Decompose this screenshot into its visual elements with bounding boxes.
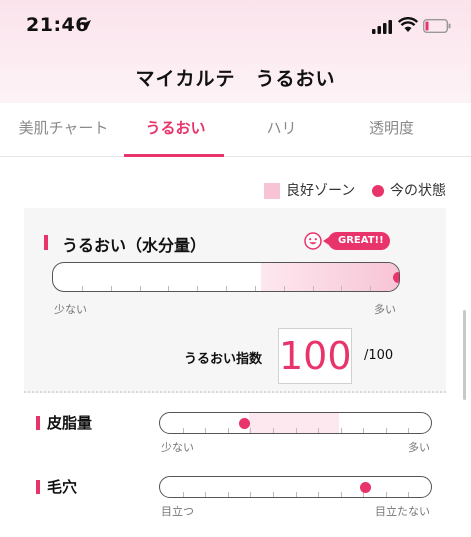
location-arrow-icon bbox=[81, 20, 91, 30]
battery-icon bbox=[423, 19, 451, 33]
moisture-gauge-ticks bbox=[53, 285, 399, 291]
tab-clarity[interactable]: 透明度 bbox=[333, 103, 450, 157]
moisture-index-value: 100 bbox=[278, 328, 352, 384]
pores-gauge bbox=[159, 476, 432, 498]
great-badge: GREAT!! bbox=[323, 232, 390, 250]
section-marker bbox=[36, 416, 40, 430]
pores-gauge-ticks bbox=[160, 491, 431, 497]
gauge-tick bbox=[182, 492, 184, 497]
gauge-tick bbox=[370, 286, 372, 291]
gauge-tick bbox=[385, 492, 387, 497]
moisture-index-max: /100 bbox=[364, 348, 394, 363]
moisture-title: うるおい（水分量） bbox=[62, 236, 207, 255]
tab-firmness[interactable]: ハリ bbox=[223, 103, 340, 157]
sebum-scale-low: 少ない bbox=[161, 441, 194, 454]
gauge-tick bbox=[250, 492, 252, 497]
gauge-tick bbox=[408, 492, 410, 497]
legend-zone-swatch bbox=[264, 183, 280, 199]
moisture-scale-low: 少ない bbox=[54, 303, 87, 316]
pores-title: 毛穴 bbox=[47, 478, 78, 496]
gauge-tick bbox=[197, 286, 199, 291]
gauge-tick bbox=[312, 286, 314, 291]
tab-beauty-chart[interactable]: 美肌チャート bbox=[5, 103, 122, 157]
gauge-tick bbox=[272, 492, 274, 497]
section-marker bbox=[44, 235, 48, 250]
gauge-tick bbox=[168, 286, 170, 291]
gauge-tick bbox=[81, 286, 83, 291]
pores-scale-high: 目立たない bbox=[375, 505, 430, 518]
legend-current-state: 今の状態 bbox=[390, 183, 446, 199]
signal-icon bbox=[372, 20, 392, 34]
sebum-current-dot bbox=[238, 417, 250, 429]
gauge-tick bbox=[318, 428, 320, 433]
gauge-tick bbox=[227, 492, 229, 497]
pores-current-dot bbox=[360, 481, 372, 493]
moisture-gauge bbox=[52, 262, 400, 292]
gauge-tick bbox=[295, 492, 297, 497]
gauge-tick bbox=[226, 286, 227, 291]
gauge-tick bbox=[254, 286, 256, 291]
gauge-tick bbox=[272, 428, 274, 433]
page-title: マイカルテ うるおい bbox=[135, 68, 336, 90]
gauge-tick bbox=[283, 286, 285, 291]
section-marker bbox=[36, 480, 40, 494]
legend-good-zone: 良好ゾーン bbox=[286, 183, 356, 199]
moisture-current-dot bbox=[392, 271, 399, 283]
active-tab-indicator bbox=[124, 154, 224, 157]
main-content: 良好ゾーン 今の状態 うるおい（水分量） GREAT!! 少ない 多い うるおい… bbox=[0, 158, 471, 537]
gauge-tick bbox=[340, 428, 342, 433]
sebum-gauge-ticks bbox=[160, 427, 431, 433]
smile-face-icon bbox=[304, 232, 322, 250]
gauge-tick bbox=[182, 428, 184, 433]
gauge-tick bbox=[341, 286, 343, 291]
tab-moisture[interactable]: うるおい bbox=[117, 103, 234, 157]
gauge-tick bbox=[385, 428, 387, 433]
gauge-tick bbox=[363, 428, 365, 433]
pores-scale-low: 目立つ bbox=[161, 505, 194, 518]
gauge-tick bbox=[250, 428, 252, 433]
gauge-tick bbox=[318, 492, 320, 497]
moisture-scale-high: 多い bbox=[374, 303, 396, 316]
sebum-gauge bbox=[159, 412, 432, 434]
scrollbar[interactable] bbox=[463, 310, 466, 400]
tab-bar: 美肌チャート うるおい ハリ 透明度 bbox=[0, 103, 471, 157]
wifi-icon bbox=[398, 17, 418, 32]
legend-current-dot bbox=[372, 185, 384, 197]
gauge-tick bbox=[205, 492, 207, 497]
gauge-tick bbox=[363, 492, 365, 497]
gauge-tick bbox=[227, 428, 229, 433]
header: 21:46 マイカルテ うるおい bbox=[0, 0, 471, 103]
moisture-card: うるおい（水分量） GREAT!! 少ない 多い うるおい指数 100 /100 bbox=[24, 208, 446, 393]
gauge-tick bbox=[110, 286, 112, 291]
gauge-tick bbox=[408, 428, 410, 433]
moisture-index-label: うるおい指数 bbox=[184, 352, 263, 367]
sebum-title: 皮脂量 bbox=[47, 414, 93, 432]
sebum-scale-high: 多い bbox=[408, 441, 430, 454]
gauge-tick bbox=[340, 492, 342, 497]
gauge-tick bbox=[295, 428, 297, 433]
gauge-tick bbox=[205, 428, 207, 433]
gauge-tick bbox=[139, 286, 141, 291]
